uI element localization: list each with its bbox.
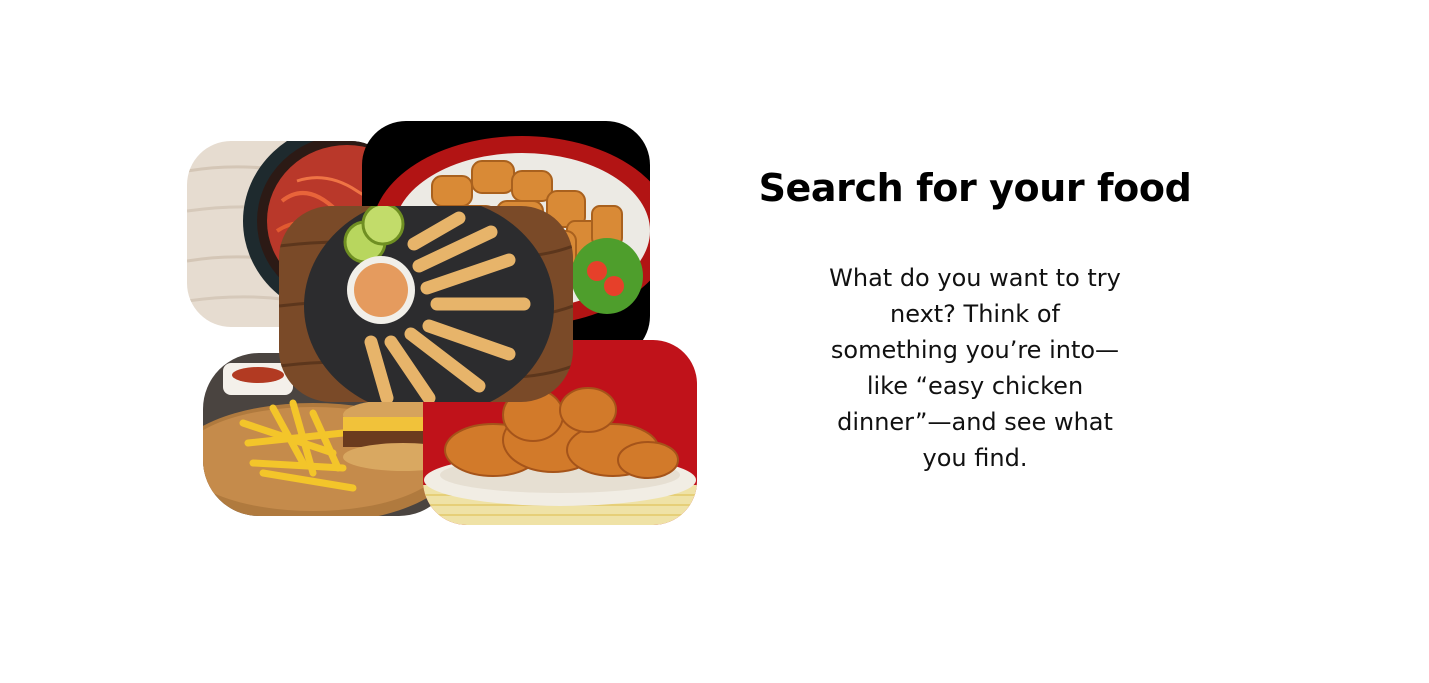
page-description: What do you want to try next? Think of s… [829,264,1121,472]
intro-section: Search for your food What do you want to… [740,160,1210,476]
fried-shrimp-photo [279,206,573,402]
food-photo-collage [0,0,1429,683]
page-title: Search for your food [758,166,1192,210]
